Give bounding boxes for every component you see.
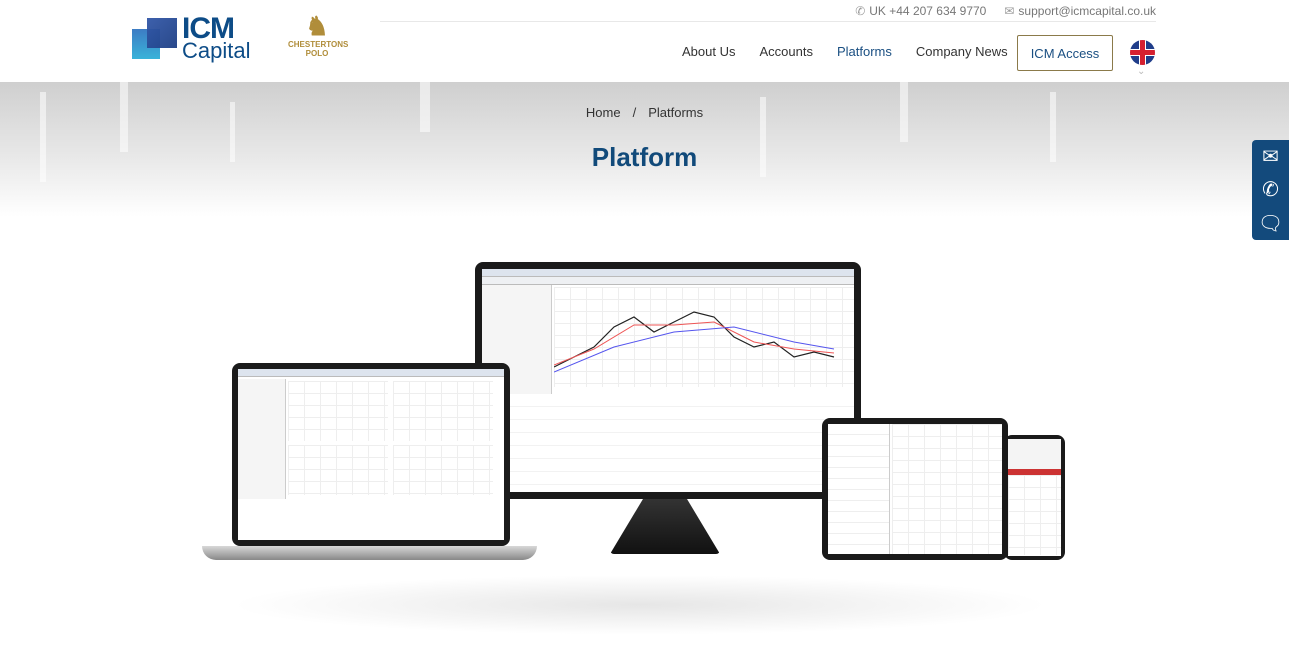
envelope-icon[interactable]: ✉ (1262, 144, 1279, 169)
nav-accounts[interactable]: Accounts (759, 44, 812, 59)
breadcrumb-current: Platforms (648, 105, 704, 120)
desktop-monitor (475, 262, 861, 499)
icm-access-button[interactable]: ICM Access (1017, 35, 1113, 71)
top-contact-bar: ✆ UK +44 207 634 9770 ✉ support@icmcapital… (380, 0, 1156, 22)
main-nav: About Us Accounts Platforms Company News (682, 44, 1032, 59)
platform-devices-image (190, 255, 1090, 645)
phone-icon: ✆ (855, 3, 866, 18)
phone-contact[interactable]: ✆ UK +44 207 634 9770 (855, 4, 986, 18)
tablet (822, 418, 1008, 560)
price-chart (553, 287, 854, 387)
partner-logo-text: CHESTERTONS POLO (288, 40, 349, 58)
smartphone (1004, 435, 1065, 560)
uk-flag-icon[interactable] (1130, 40, 1155, 65)
nav-platforms[interactable]: Platforms (837, 44, 892, 59)
contact-sidebar: ✉ ✆ 🗨 (1252, 140, 1289, 240)
polo-horse-icon: ♞ (305, 11, 329, 41)
nav-about-us[interactable]: About Us (682, 44, 735, 59)
phone-number: UK +44 207 634 9770 (869, 3, 987, 18)
breadcrumb-home[interactable]: Home (586, 105, 621, 120)
chevron-down-icon[interactable]: ⌄ (1137, 66, 1145, 77)
nav-company-news[interactable]: Company News (916, 44, 1008, 59)
logo-subtext: Capital (182, 38, 251, 63)
chat-icon[interactable]: 🗨 (1258, 211, 1283, 236)
breadcrumb-separator: / (632, 105, 637, 120)
email-contact[interactable]: ✉ support@icmcapital.co.uk (1004, 4, 1156, 18)
email-address: support@icmcapital.co.uk (1018, 3, 1156, 18)
chestertons-polo-logo: ♞ CHESTERTONS POLO (288, 11, 349, 64)
envelope-icon: ✉ (1004, 3, 1015, 18)
icm-capital-logo[interactable]: ICM Capital (132, 12, 260, 63)
phone-icon[interactable]: ✆ (1262, 177, 1279, 202)
laptop (232, 363, 510, 546)
breadcrumb: Home / Platforms (0, 105, 1289, 120)
page-title: Platform (591, 142, 698, 172)
